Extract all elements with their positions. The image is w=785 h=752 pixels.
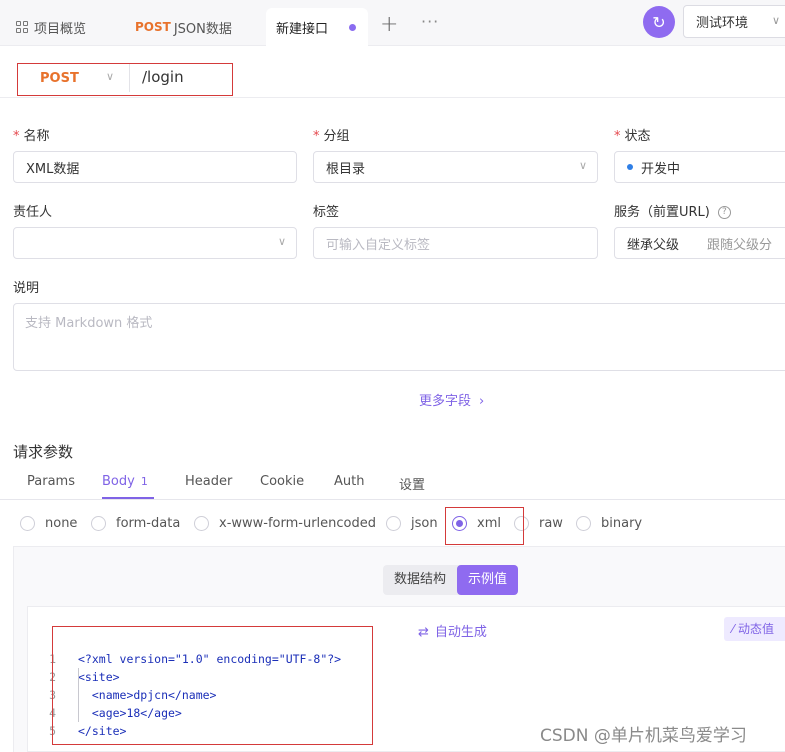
radio-raw[interactable]: raw (514, 516, 563, 531)
name-input[interactable]: XML数据 (13, 151, 297, 183)
group-value: 根目录 (326, 161, 366, 177)
active-tab-indicator (102, 497, 154, 499)
tab-params[interactable]: Params (27, 474, 75, 489)
code-line: <site> (78, 670, 120, 684)
status-dot (627, 164, 633, 170)
tab-project-overview[interactable]: 项目概览 (16, 8, 86, 46)
url-input[interactable]: /login (142, 68, 184, 86)
tags-input[interactable]: 可输入自定义标签 (313, 227, 598, 259)
owner-label: 责任人 (13, 205, 53, 220)
help-icon: ? (717, 206, 731, 219)
tags-label: 标签 (313, 205, 340, 220)
line-number: 3 (49, 688, 56, 702)
add-tab-button[interactable]: + (380, 14, 398, 36)
group-select[interactable]: 根目录 ∨ (313, 151, 598, 183)
method-select[interactable]: POST ∨ (18, 64, 130, 92)
description-label: 说明 (13, 281, 40, 296)
view-mode-example[interactable]: 示例值 (457, 565, 519, 595)
line-number: 1 (49, 652, 56, 666)
grid-icon (16, 21, 28, 33)
radio-none[interactable]: none (20, 516, 77, 531)
dynamic-value-button[interactable]: ⁄ 动态值 (724, 617, 785, 641)
tab-bar: 项目概览 POST JSON数据 新建接口 + ··· ↻ 测试环境 ∨ (0, 0, 785, 47)
service-value: 继承父级 (627, 237, 680, 253)
tab-header[interactable]: Header (185, 474, 232, 489)
view-mode-schema[interactable]: 数据结构 (383, 565, 457, 595)
service-label: 服务（前置URL)? (614, 201, 731, 220)
line-number: 4 (49, 706, 56, 720)
code-line: <name>dpjcn</name> (78, 688, 217, 702)
radio-binary[interactable]: binary (576, 516, 642, 531)
radio-xml[interactable]: xml (452, 516, 501, 531)
name-value: XML数据 (26, 161, 80, 177)
description-placeholder: 支持 Markdown 格式 (25, 316, 153, 331)
tab-body[interactable]: Body 1 (102, 474, 148, 489)
request-params-title: 请求参数 (13, 443, 74, 461)
status-select[interactable]: 开发中 (614, 151, 785, 183)
chevron-down-icon: ∨ (578, 159, 587, 172)
chevron-down-icon: ∨ (772, 14, 781, 27)
auto-generate-button[interactable]: ⇄ 自动生成 (418, 621, 487, 640)
description-textarea[interactable]: 支持 Markdown 格式 (13, 303, 785, 371)
more-fields-link[interactable]: 更多字段 › (419, 390, 484, 409)
line-number: 5 (49, 724, 56, 738)
tags-placeholder: 可输入自定义标签 (326, 237, 431, 253)
code-line: </site> (78, 724, 127, 738)
tab-label: JSON数据 (173, 21, 232, 37)
tab-label: 项目概览 (34, 21, 87, 37)
tab-settings[interactable]: 设置 (399, 474, 425, 493)
indent-guide (78, 668, 79, 722)
more-tabs-button[interactable]: ··· (421, 12, 439, 31)
tab-cookie[interactable]: Cookie (260, 474, 304, 489)
status-label: * 状态 (614, 129, 651, 144)
radio-json[interactable]: json (386, 516, 438, 531)
tab-new-endpoint[interactable]: 新建接口 (266, 8, 368, 47)
chevron-down-icon: ∨ (277, 235, 286, 248)
radio-form-data[interactable]: form-data (91, 516, 180, 531)
service-select[interactable]: 继承父级 跟随父级分 (614, 227, 785, 259)
body-type-radio-group: none form-data x-www-form-urlencoded jso… (0, 510, 785, 538)
status-value: 开发中 (641, 161, 681, 177)
radio-x-www-form-urlencoded[interactable]: x-www-form-urlencoded (194, 516, 376, 531)
line-number: 2 (49, 670, 56, 684)
code-line: <age>18</age> (78, 706, 182, 720)
method-tag: POST (135, 20, 171, 34)
watermark: CSDN @单片机菜鸟爱学习 (540, 726, 747, 746)
name-label: * 名称 (13, 129, 50, 144)
sync-icon[interactable]: ↻ (643, 6, 675, 38)
service-hint: 跟随父级分 (707, 237, 773, 253)
environment-value: 测试环境 (696, 16, 749, 31)
chevron-down-icon: ∨ (106, 70, 115, 83)
code-line: <?xml version="1.0" encoding="UTF-8"?> (78, 652, 342, 666)
view-mode-toggle: 数据结构 示例值 (383, 565, 519, 595)
magic-wand-icon: ⁄ (732, 622, 735, 636)
tab-label: 新建接口 (276, 22, 329, 37)
group-label: * 分组 (313, 129, 350, 144)
owner-select[interactable]: ∨ (13, 227, 297, 259)
url-bar: POST ∨ /login (0, 58, 785, 98)
params-tabs: Params Body 1 Header Cookie Auth 设置 (0, 466, 785, 500)
tab-post-json[interactable]: POST JSON数据 (135, 8, 232, 46)
method-value: POST (40, 70, 79, 86)
unsaved-dot (349, 24, 356, 31)
tab-auth[interactable]: Auth (334, 474, 364, 489)
environment-select[interactable]: 测试环境 ∨ (683, 5, 785, 38)
refresh-icon: ⇄ (418, 625, 429, 640)
